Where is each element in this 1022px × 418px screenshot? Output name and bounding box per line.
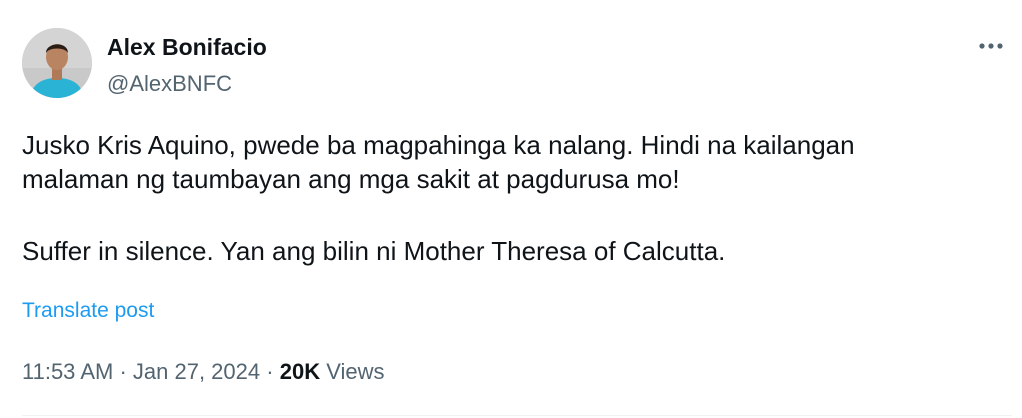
post-date[interactable]: Jan 27, 2024 [133, 359, 260, 384]
tweet-card: Alex Bonifacio @AlexBNFC Jusko Kris Aqui… [0, 0, 1022, 418]
divider [22, 415, 1012, 416]
translate-post-link[interactable]: Translate post [22, 297, 154, 325]
author-name[interactable]: Alex Bonifacio [107, 33, 267, 61]
author-handle[interactable]: @AlexBNFC [107, 70, 232, 98]
meta-separator: · [119, 359, 127, 384]
post-line: Suffer in silence. Yan ang bilin ni Moth… [22, 236, 726, 266]
avatar[interactable] [22, 28, 92, 98]
post-metadata: 11:53 AM · Jan 27, 2024 · 20K Views [22, 357, 385, 387]
more-options-button[interactable] [972, 32, 1012, 60]
post-line: malaman ng taumbayan ang mga sakit at pa… [22, 164, 680, 194]
person-avatar-icon [22, 28, 92, 98]
views-label: Views [326, 359, 385, 384]
post-text: Jusko Kris Aquino, pwede ba magpahinga k… [22, 128, 1012, 268]
post-time[interactable]: 11:53 AM [22, 359, 113, 384]
meta-separator: · [266, 359, 274, 384]
post-line: Jusko Kris Aquino, pwede ba magpahinga k… [22, 130, 855, 160]
views-count[interactable]: 20K [280, 359, 320, 384]
more-horizontal-icon [979, 43, 1003, 49]
